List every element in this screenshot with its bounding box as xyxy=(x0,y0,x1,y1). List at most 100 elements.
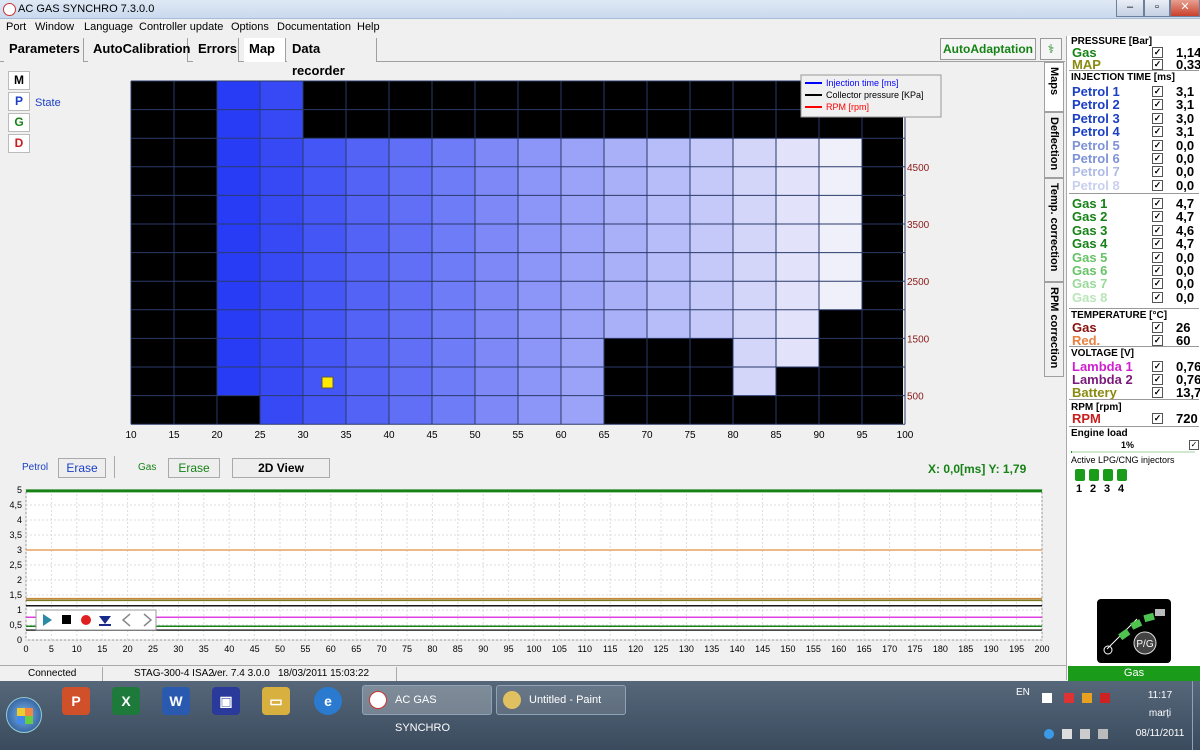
map-cell[interactable] xyxy=(561,166,604,196)
map-cell[interactable] xyxy=(561,309,604,339)
map-cell[interactable] xyxy=(260,138,303,167)
wrench-icon[interactable]: ⚕ xyxy=(1040,38,1062,60)
map-cell[interactable] xyxy=(690,195,733,224)
value-checkbox[interactable]: ✓ xyxy=(1152,198,1163,209)
value-checkbox[interactable]: ✓ xyxy=(1152,413,1163,424)
map-cell[interactable] xyxy=(432,367,475,396)
map-cell[interactable] xyxy=(389,281,432,310)
map-cell[interactable] xyxy=(217,166,260,196)
bluetooth-icon[interactable] xyxy=(1044,729,1054,739)
map-cell[interactable] xyxy=(604,309,647,339)
minimize-button[interactable]: – xyxy=(1116,0,1144,17)
map-cell[interactable] xyxy=(776,338,819,367)
map-cell[interactable] xyxy=(475,338,518,367)
map-cell[interactable] xyxy=(475,166,518,196)
menu-language[interactable]: Language xyxy=(84,21,133,33)
network-icon[interactable] xyxy=(1080,729,1090,739)
map-cell[interactable] xyxy=(647,138,690,167)
value-checkbox[interactable]: ✓ xyxy=(1152,139,1163,151)
map-cell[interactable] xyxy=(819,138,862,167)
map-cell[interactable] xyxy=(690,309,733,339)
menu-options[interactable]: Options xyxy=(231,21,269,33)
vtab-maps[interactable]: Maps xyxy=(1044,62,1064,112)
vtab-deflection[interactable]: Deflection xyxy=(1044,112,1064,178)
value-checkbox[interactable]: ✓ xyxy=(1152,153,1163,164)
map-cell[interactable] xyxy=(260,395,303,425)
language-indicator[interactable]: EN xyxy=(1016,687,1030,698)
map-cell[interactable] xyxy=(389,367,432,396)
map-cell[interactable] xyxy=(518,138,561,167)
map-cell[interactable] xyxy=(733,367,776,396)
map-cell[interactable] xyxy=(346,367,389,396)
map-cell[interactable] xyxy=(647,309,690,339)
map-cell[interactable] xyxy=(604,281,647,310)
map-cell[interactable] xyxy=(776,309,819,339)
show-desktop-button[interactable] xyxy=(1192,681,1200,750)
map-cell[interactable] xyxy=(733,166,776,196)
map-cell[interactable] xyxy=(217,224,260,253)
map-heatmap[interactable]: 10 15 20 25 30 35 40 45 50 55 60 65 70 75 80 85 90 95 100 … xyxy=(0,62,1040,447)
value-checkbox[interactable]: ✓ xyxy=(1152,238,1163,250)
map-cell[interactable] xyxy=(432,309,475,339)
map-cell[interactable] xyxy=(819,252,862,282)
tray-icon[interactable] xyxy=(1082,693,1092,703)
map-cell[interactable] xyxy=(303,338,346,367)
map-cell[interactable] xyxy=(260,252,303,282)
map-cell[interactable] xyxy=(819,224,862,253)
tab-map[interactable]: Map xyxy=(244,38,286,62)
map-cell[interactable] xyxy=(647,224,690,253)
map-cell[interactable] xyxy=(346,395,389,425)
map-cell[interactable] xyxy=(346,138,389,167)
map-cell[interactable] xyxy=(389,224,432,253)
tab-autocalibration[interactable]: AutoCalibration xyxy=(88,38,191,62)
value-checkbox[interactable]: ✓ xyxy=(1152,179,1163,191)
erase-gas-button[interactable]: Erase xyxy=(168,458,220,478)
engine-load-checkbox[interactable]: ✓ xyxy=(1189,440,1199,450)
map-cell[interactable] xyxy=(475,309,518,339)
map-cell[interactable] xyxy=(819,195,862,224)
map-cell[interactable] xyxy=(518,367,561,396)
tab-data-recorder[interactable]: Data recorder xyxy=(287,38,377,78)
map-cell[interactable] xyxy=(475,252,518,282)
map-cell[interactable] xyxy=(475,367,518,396)
map-cell[interactable] xyxy=(260,195,303,224)
value-checkbox[interactable]: ✓ xyxy=(1152,265,1163,276)
map-cell[interactable] xyxy=(518,224,561,253)
map-cell[interactable] xyxy=(561,195,604,224)
map-cell[interactable] xyxy=(776,138,819,167)
map-cell[interactable] xyxy=(690,281,733,310)
map-cell[interactable] xyxy=(733,281,776,310)
map-cell[interactable] xyxy=(260,81,303,110)
menu-help[interactable]: Help xyxy=(357,21,380,33)
map-cell[interactable] xyxy=(647,281,690,310)
map-cell[interactable] xyxy=(776,166,819,196)
map-cell[interactable] xyxy=(432,281,475,310)
map-cell[interactable] xyxy=(604,252,647,282)
map-cell[interactable] xyxy=(217,309,260,339)
vtab-rpm-correction[interactable]: RPM correction xyxy=(1044,282,1064,377)
value-checkbox[interactable]: ✓ xyxy=(1152,112,1163,124)
ie-icon[interactable]: e xyxy=(314,687,342,715)
map-cell[interactable] xyxy=(561,252,604,282)
excel-icon[interactable]: X xyxy=(112,687,140,715)
map-cell[interactable] xyxy=(475,395,518,425)
map-cell[interactable] xyxy=(690,224,733,253)
security-icon[interactable] xyxy=(1064,693,1074,703)
map-cell[interactable] xyxy=(346,338,389,367)
stop-icon[interactable] xyxy=(62,615,71,624)
map-cell[interactable] xyxy=(217,281,260,310)
map-cell[interactable] xyxy=(217,367,260,396)
map-cell[interactable] xyxy=(776,252,819,282)
powerpoint-icon[interactable]: P xyxy=(62,687,90,715)
value-checkbox[interactable]: ✓ xyxy=(1152,387,1163,398)
map-cell[interactable] xyxy=(432,224,475,253)
map-cell[interactable] xyxy=(303,252,346,282)
map-cell[interactable] xyxy=(346,309,389,339)
map-cell[interactable] xyxy=(303,224,346,253)
value-checkbox[interactable]: ✓ xyxy=(1152,166,1163,178)
map-cell[interactable] xyxy=(217,338,260,367)
map-cell[interactable] xyxy=(475,138,518,167)
map-cell[interactable] xyxy=(819,281,862,310)
pg-switch[interactable]: P/G xyxy=(1097,599,1171,663)
map-cell[interactable] xyxy=(432,395,475,425)
